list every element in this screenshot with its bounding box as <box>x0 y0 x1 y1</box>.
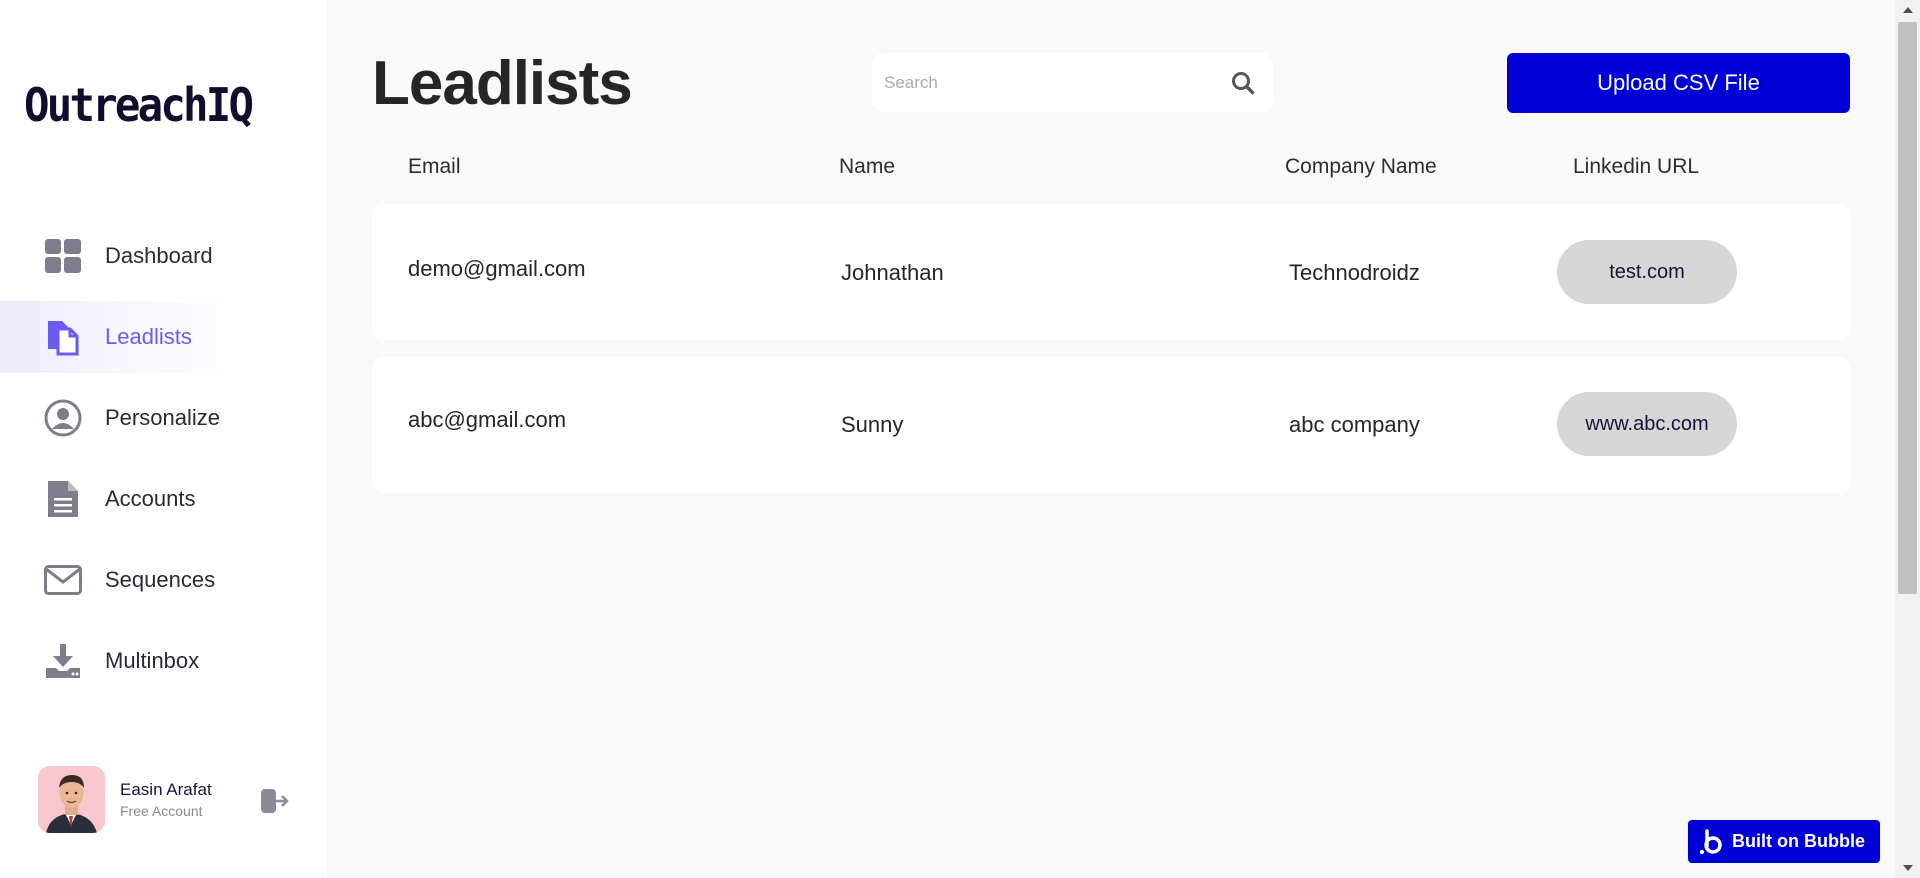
sidebar-item-personalize[interactable]: Personalize <box>0 382 327 454</box>
scroll-down-arrow-icon[interactable] <box>1895 858 1920 878</box>
sidebar-item-multinbox[interactable]: Multinbox <box>0 625 327 697</box>
sidebar-item-label: Dashboard <box>105 243 213 268</box>
vertical-scrollbar[interactable] <box>1895 0 1920 878</box>
cell-email: demo@gmail.com <box>408 256 586 281</box>
leadlists-icon <box>44 318 82 356</box>
bubble-logo-icon <box>1698 828 1726 856</box>
cell-company: Technodroidz <box>1289 260 1420 285</box>
user-profile: Easin Arafat Free Account <box>38 766 298 834</box>
sidebar-item-label: Multinbox <box>105 648 200 673</box>
linkedin-url-link[interactable]: www.abc.com <box>1557 392 1737 456</box>
table-row[interactable]: demo@gmail.com Johnathan Technodroidz te… <box>372 204 1850 340</box>
search-icon[interactable] <box>1230 70 1256 96</box>
sidebar-item-accounts[interactable]: Accounts <box>0 463 327 535</box>
sidebar-item-leadlists[interactable]: Leadlists <box>0 301 327 373</box>
sidebar-item-label: Personalize <box>105 405 220 430</box>
built-on-bubble-label: Built on Bubble <box>1732 831 1865 851</box>
avatar[interactable] <box>38 766 105 833</box>
profile-name: Easin Arafat <box>120 780 212 799</box>
cell-email: abc@gmail.com <box>408 407 567 432</box>
column-header-company: Company Name <box>1285 155 1437 178</box>
search-box <box>872 53 1273 112</box>
cell-company: abc company <box>1289 412 1420 437</box>
dashboard-grid-icon <box>44 237 82 275</box>
user-circle-icon <box>44 399 82 437</box>
cell-name: Sunny <box>841 412 904 437</box>
sidebar-item-dashboard[interactable]: Dashboard <box>0 220 327 292</box>
profile-plan: Free Account <box>120 803 203 819</box>
table-row[interactable]: abc@gmail.com Sunny abc company www.abc.… <box>372 357 1850 493</box>
sidebar-item-sequences[interactable]: Sequences <box>0 544 327 616</box>
upload-csv-button[interactable]: Upload CSV File <box>1507 53 1850 113</box>
column-header-name: Name <box>839 155 896 178</box>
sidebar-item-label: Leadlists <box>105 324 192 349</box>
logout-icon[interactable] <box>260 786 290 816</box>
scrollbar-thumb[interactable] <box>1898 22 1917 594</box>
search-input[interactable] <box>872 53 1212 112</box>
scroll-up-arrow-icon[interactable] <box>1895 0 1920 20</box>
sidebar-item-label: Sequences <box>105 567 216 592</box>
sidebar: OutreachIQ Dashboard Leadlists Personali… <box>0 0 327 878</box>
column-header-linkedin: Linkedin URL <box>1573 155 1700 178</box>
page-title: Leadlists <box>372 49 633 118</box>
document-icon <box>44 480 82 518</box>
download-tray-icon <box>44 642 82 680</box>
envelope-icon <box>44 561 82 599</box>
linkedin-url-link[interactable]: test.com <box>1557 240 1737 304</box>
cell-name: Johnathan <box>841 260 944 285</box>
column-header-email: Email <box>408 155 461 178</box>
sidebar-item-label: Accounts <box>105 486 196 511</box>
built-on-bubble-badge[interactable]: Built on Bubble <box>1688 820 1880 863</box>
app-logo[interactable]: OutreachIQ <box>24 78 254 132</box>
